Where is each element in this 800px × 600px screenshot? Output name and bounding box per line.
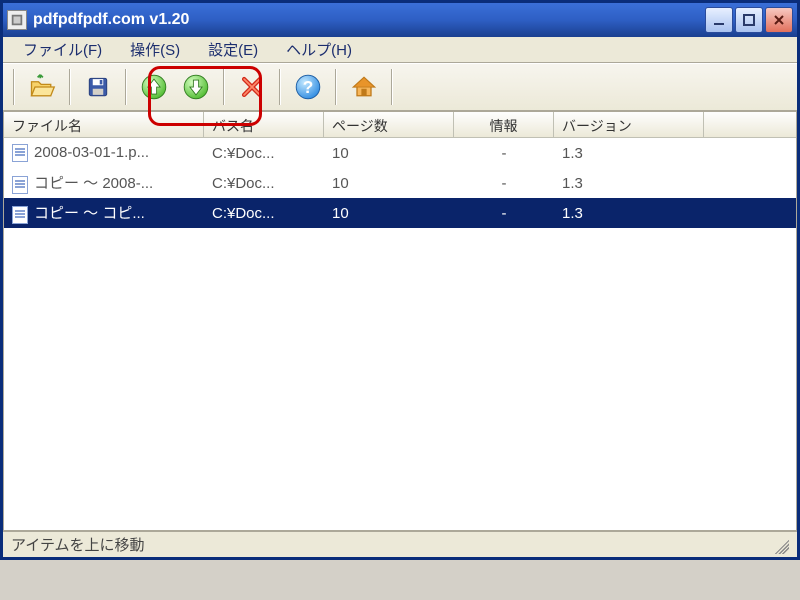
window-title: pdfpdfpdf.com v1.20 <box>33 11 705 29</box>
cell-filename: 2008-03-01-1.p... <box>4 141 204 165</box>
status-text: アイテムを上に移動 <box>11 534 145 555</box>
titlebar: pdfpdfpdf.com v1.20 <box>3 3 797 37</box>
cell-info: - <box>454 142 554 165</box>
toolbar-separator <box>391 69 393 105</box>
file-listview[interactable]: ファイル名 バス名 ページ数 情報 バージョン 2008-03-01-1.p..… <box>3 111 797 531</box>
list-header: ファイル名 バス名 ページ数 情報 バージョン <box>4 112 796 138</box>
minimize-button[interactable] <box>705 7 733 33</box>
table-row[interactable]: コピー ～ 2008-...C:¥Doc...10-1.3 <box>4 168 796 198</box>
toolbar-separator <box>335 69 337 105</box>
home-icon <box>350 73 378 101</box>
home-button[interactable] <box>345 68 383 106</box>
table-row[interactable]: 2008-03-01-1.p...C:¥Doc...10-1.3 <box>4 138 796 168</box>
delete-x-icon <box>238 73 266 101</box>
col-header-info[interactable]: 情報 <box>454 112 554 137</box>
toolbar-separator <box>279 69 281 105</box>
window-buttons <box>705 7 793 33</box>
menu-help[interactable]: ヘルプ(H) <box>272 37 366 62</box>
col-header-filename[interactable]: ファイル名 <box>4 112 204 137</box>
menu-file[interactable]: ファイル(F) <box>9 37 116 62</box>
toolbar-separator <box>13 69 15 105</box>
cell-info: - <box>454 172 554 195</box>
cell-pages: 10 <box>324 142 454 165</box>
toolbar-separator <box>223 69 225 105</box>
app-window: pdfpdfpdf.com v1.20 ファイル(F) 操作(S) 設定(E) … <box>0 0 800 560</box>
move-up-button[interactable] <box>135 68 173 106</box>
toolbar-separator <box>125 69 127 105</box>
col-header-path[interactable]: バス名 <box>204 112 324 137</box>
resize-grip-icon[interactable] <box>771 536 789 554</box>
close-button[interactable] <box>765 7 793 33</box>
cell-path: C:¥Doc... <box>204 172 324 195</box>
col-header-pages[interactable]: ページ数 <box>324 112 454 137</box>
cell-filename: コピー ～ コピ... <box>4 199 204 226</box>
save-icon <box>84 73 112 101</box>
cell-version: 1.3 <box>554 202 704 225</box>
table-row[interactable]: コピー ～ コピ...C:¥Doc...10-1.3 <box>4 198 796 228</box>
delete-button[interactable] <box>233 68 271 106</box>
cell-path: C:¥Doc... <box>204 142 324 165</box>
folder-open-icon <box>28 73 56 101</box>
cell-version: 1.3 <box>554 142 704 165</box>
maximize-button[interactable] <box>735 7 763 33</box>
save-button[interactable] <box>79 68 117 106</box>
app-icon <box>7 10 27 30</box>
cell-pages: 10 <box>324 202 454 225</box>
file-icon <box>12 144 28 162</box>
toolbar: ? <box>3 63 797 111</box>
rows-container: 2008-03-01-1.p...C:¥Doc...10-1.3コピー ～ 20… <box>4 138 796 228</box>
menubar: ファイル(F) 操作(S) 設定(E) ヘルプ(H) <box>3 37 797 63</box>
cell-info: - <box>454 202 554 225</box>
col-header-version[interactable]: バージョン <box>554 112 704 137</box>
move-down-button[interactable] <box>177 68 215 106</box>
file-icon <box>12 206 28 224</box>
cell-filename: コピー ～ 2008-... <box>4 169 204 196</box>
help-button[interactable]: ? <box>289 68 327 106</box>
cell-pages: 10 <box>324 172 454 195</box>
help-icon: ? <box>294 73 322 101</box>
cell-path: C:¥Doc... <box>204 202 324 225</box>
menu-operate[interactable]: 操作(S) <box>116 37 194 62</box>
toolbar-separator <box>69 69 71 105</box>
arrow-up-icon <box>140 73 168 101</box>
menu-settings[interactable]: 設定(E) <box>194 37 272 62</box>
file-icon <box>12 176 28 194</box>
arrow-down-icon <box>182 73 210 101</box>
open-button[interactable] <box>23 68 61 106</box>
svg-text:?: ? <box>303 77 314 97</box>
cell-version: 1.3 <box>554 172 704 195</box>
statusbar: アイテムを上に移動 <box>3 531 797 557</box>
